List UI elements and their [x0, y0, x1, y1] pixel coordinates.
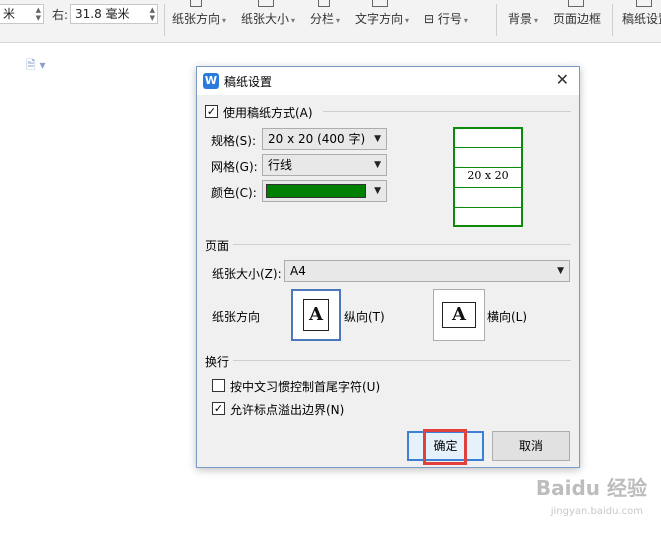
line-number-icon: ⊟ — [424, 12, 435, 26]
dialog-title: 稿纸设置 — [224, 75, 273, 89]
close-icon[interactable]: ✕ — [556, 70, 569, 89]
spin-arrows-icon[interactable]: ▲ ▼ — [36, 6, 41, 22]
spec-label: 规格(S): — [211, 134, 257, 148]
wps-app-icon: W — [203, 73, 219, 89]
left-margin-unit: 米 — [3, 7, 16, 21]
ribbon-separator — [164, 4, 165, 36]
paper-orientation-button[interactable]: 纸张方向 ▾ — [172, 10, 226, 27]
spec-value: 20 x 20 (400 字) — [268, 132, 366, 146]
dialog-titlebar: W 稿纸设置 ✕ — [197, 67, 579, 95]
preview-line — [455, 207, 521, 208]
portrait-option[interactable]: A — [291, 289, 341, 341]
grid-label: 网格(G): — [211, 160, 258, 174]
ribbon-separator — [612, 4, 613, 36]
grid-dropdown[interactable]: 行线 ▼ — [262, 154, 387, 176]
orientation-label: 纸张方向 — [212, 310, 261, 324]
use-grid-checkbox[interactable]: ✓ — [205, 105, 218, 118]
grid-paper-icon — [636, 0, 652, 7]
ok-button-highlight — [423, 429, 467, 465]
wrap-option2-checkbox[interactable]: ✓ — [212, 402, 225, 415]
paper-size-icon — [258, 0, 274, 7]
grid-paper-dialog: W 稿纸设置 ✕ ✓ 使用稿纸方式(A) 规格(S): 20 x 20 (400… — [196, 66, 580, 468]
paper-size-dropdown[interactable]: A4 ▼ — [284, 260, 570, 282]
right-margin-field[interactable]: 31.8 毫米 ▲ ▼ — [70, 4, 158, 24]
right-margin-value: 31.8 毫米 — [75, 7, 130, 21]
chevron-down-icon: ▼ — [374, 160, 381, 170]
grid-preview: 20 x 20 — [453, 127, 523, 227]
wrap-option1-checkbox[interactable] — [212, 379, 225, 392]
color-dropdown[interactable]: ▼ — [262, 180, 387, 202]
preview-line — [455, 187, 521, 188]
columns-button[interactable]: 分栏 ▾ — [310, 10, 340, 27]
background-button[interactable]: 背景 ▾ — [508, 10, 538, 27]
divider — [233, 244, 571, 245]
grid-value: 行线 — [268, 158, 293, 172]
divider — [323, 111, 571, 112]
preview-line — [455, 167, 521, 168]
chevron-down-icon: ▼ — [374, 134, 381, 144]
chevron-down-icon: ▼ — [374, 186, 381, 196]
document-icon[interactable]: 🗎 ▾ — [26, 56, 46, 77]
wrap-option1-label: 按中文习惯控制首尾字符(U) — [230, 380, 381, 394]
color-label: 颜色(C): — [211, 186, 257, 200]
page-group-label: 页面 — [205, 239, 230, 253]
ribbon-toolbar: 米 ▲ ▼ 右: 31.8 毫米 ▲ ▼ 纸张方向 ▾ 纸张大小 ▾ 分栏 ▾ 文字方向 ▾… — [0, 0, 661, 43]
text-direction-button[interactable]: 文字方向 ▾ — [355, 10, 409, 27]
spin-arrows-icon[interactable]: ▲ ▼ — [150, 6, 155, 22]
grid-paper-settings-button[interactable]: 稿纸设置 — [622, 10, 661, 27]
chevron-down-icon: ▼ — [557, 266, 564, 276]
landscape-option[interactable]: A — [433, 289, 485, 341]
divider — [233, 360, 571, 361]
paper-size-value: A4 — [290, 264, 306, 278]
left-margin-field[interactable]: 米 ▲ ▼ — [0, 4, 44, 24]
cancel-button[interactable]: 取消 — [492, 431, 570, 461]
paper-size-button[interactable]: 纸张大小 ▾ — [241, 10, 295, 27]
landscape-page-icon: A — [442, 302, 476, 328]
wrap-group-label: 换行 — [205, 355, 230, 369]
portrait-label[interactable]: 纵向(T) — [344, 308, 385, 325]
baidu-watermark-url: jingyan.baidu.com — [550, 506, 643, 517]
orientation-icon — [190, 0, 202, 7]
wrap-option2-label: 允许标点溢出边界(N) — [230, 403, 345, 417]
color-swatch — [266, 184, 366, 198]
page-border-button[interactable]: 页面边框 — [553, 10, 601, 27]
line-number-button[interactable]: ⊟ 行号 ▾ — [424, 10, 468, 27]
preview-line — [455, 147, 521, 148]
ribbon-separator — [496, 4, 497, 36]
landscape-label[interactable]: 横向(L) — [487, 308, 527, 325]
preview-text: 20 x 20 — [467, 169, 509, 182]
spec-dropdown[interactable]: 20 x 20 (400 字) ▼ — [262, 128, 387, 150]
baidu-watermark: Baidu 经验 — [535, 476, 647, 500]
text-direction-icon — [372, 0, 388, 7]
portrait-page-icon: A — [303, 299, 329, 331]
paper-size-label: 纸张大小(Z): — [212, 267, 282, 281]
use-grid-label: 使用稿纸方式(A) — [223, 106, 313, 120]
page-border-icon — [568, 0, 584, 7]
right-margin-label: 右: — [52, 8, 69, 22]
columns-icon — [318, 0, 330, 7]
